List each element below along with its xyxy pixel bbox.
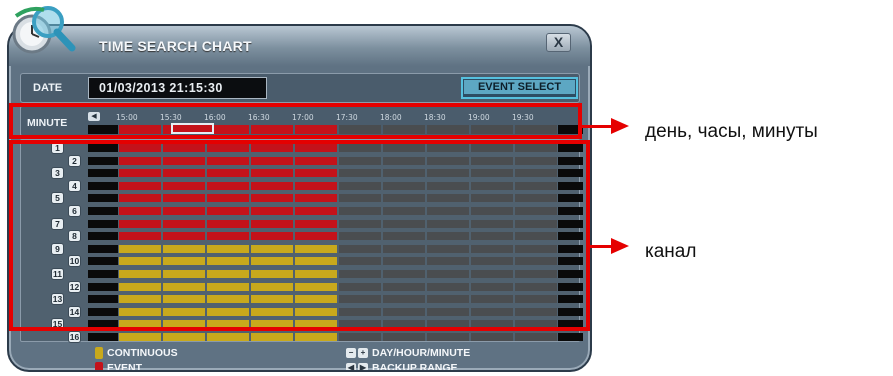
date-field[interactable]: 01/03/2013 21:15:30 [88,77,267,99]
backup-end-icon[interactable]: ▶ [358,363,368,370]
channel-edge [88,333,118,341]
date-label: DATE [33,82,63,94]
continuous-swatch [95,347,103,359]
window-title: TIME SEARCH CHART [99,38,252,54]
close-button[interactable]: X [546,33,571,52]
empty-segment [383,333,425,341]
event-select-label: EVENT SELECT [464,80,575,94]
legend-backup-range: BACKUP RANGE [372,362,458,372]
empty-segment [471,333,513,341]
channel-arrow-head [611,238,629,254]
continuous-segment [119,333,161,341]
continuous-segment [251,333,293,341]
event-select-button[interactable]: EVENT SELECT [461,77,578,99]
title-bar: TIME SEARCH CHART X [9,26,590,66]
backup-start-icon[interactable]: ◀ [346,363,356,370]
continuous-segment [207,333,249,341]
channel-edge [558,333,583,341]
channel-highlight-box [9,140,590,331]
time-highlight-box [9,103,582,139]
continuous-segment [295,333,337,341]
legend-day-hour-minute: DAY/HOUR/MINUTE [372,347,471,359]
time-arrow-line [582,125,612,128]
channel-arrow-line [590,245,612,248]
continuous-segment [163,333,205,341]
empty-segment [339,333,381,341]
empty-segment [515,333,557,341]
time-annotation: день, часы, минуты [645,121,818,142]
legend-event: EVENT [107,362,143,372]
app-logo [10,4,82,59]
channel-badge[interactable]: 16 [68,331,81,343]
time-arrow-head [611,118,629,134]
date-row: DATE 01/03/2013 21:15:30 EVENT SELECT [20,73,580,103]
channel-row[interactable] [21,333,583,341]
channel-annotation: канал [645,241,697,262]
legend-continuous: CONTINUOUS [107,347,178,359]
empty-segment [427,333,469,341]
plus-icon[interactable]: + [358,348,368,358]
event-swatch [95,362,103,370]
minus-icon[interactable]: − [346,348,356,358]
